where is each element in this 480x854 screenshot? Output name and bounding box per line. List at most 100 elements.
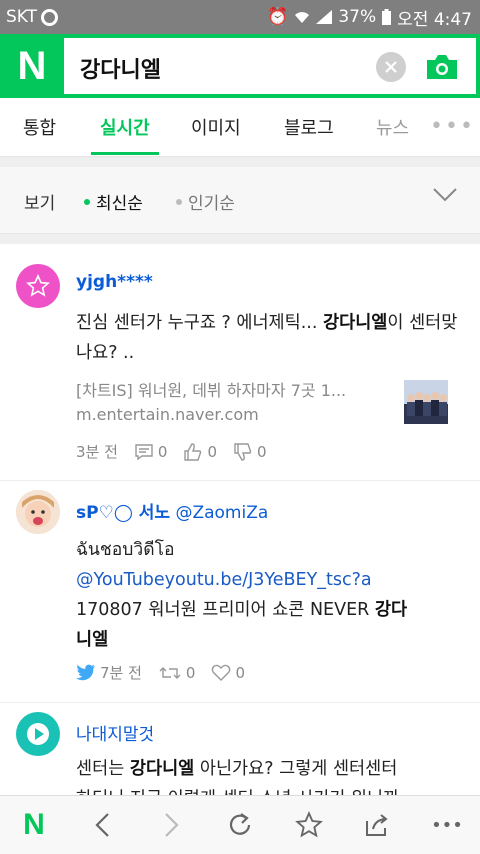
refresh-icon [229,813,251,835]
heart-button[interactable]: 0 [211,664,245,682]
link-title[interactable]: [차트IS] 워너원, 데뷔 하자마자 7곳 1... [76,377,346,401]
tab-realtime[interactable]: 실시간 [100,98,150,156]
sync-icon [41,8,59,26]
more-menu-icon[interactable]: ••• [430,810,464,840]
divider [0,157,480,167]
avatar [16,712,60,756]
active-tab-indicator [91,152,159,155]
selected-dot-icon [84,198,90,205]
play-icon [27,723,49,745]
chevron-right-icon [165,813,179,837]
comment-count: 0 [157,442,168,461]
post-text: ฉันชอบวิดีโอ @YouTubeyoutu.be/J3YeBEY_ts… [76,535,458,655]
carrier-label: SKT [6,7,38,27]
home-button[interactable]: N [19,808,49,841]
search-input[interactable]: 강다니엘 [80,52,161,84]
post-line: ฉันชอบวิดีโอ [76,540,175,560]
heart-icon [212,664,231,681]
sort-latest-label: 최신순 [96,194,143,214]
highlight-keyword: 니엘 [76,630,109,650]
post-time: 3분 전 [76,443,118,461]
like-count: 0 [207,442,218,461]
tab-news[interactable]: 뉴스 [376,98,409,156]
group-photo-image [404,380,448,424]
avatar [16,490,60,534]
retweet-button[interactable]: 0 [158,663,196,682]
retweet-count: 0 [185,663,196,682]
avatar [16,264,60,308]
link-url[interactable]: m.entertain.naver.com [76,405,259,424]
star-outline-icon [295,811,323,838]
status-right: ⏰ 37% 오전 4:47 [267,5,472,30]
divider [0,234,480,244]
post-meta: 7분 전 0 0 [76,662,261,683]
post-line: 170807 워너원 프리미어 쇼콘 NEVER 강다 [76,595,458,625]
search-box[interactable]: 강다니엘 [64,34,480,98]
dislike-count: 0 [257,442,267,461]
search-header: N 강다니엘 [0,34,480,98]
author-name: sP♡◯ 서노 [76,503,171,523]
comment-button[interactable]: 0 [134,442,168,461]
back-button[interactable] [87,810,117,840]
tab-blog[interactable]: 블로그 [284,98,334,156]
post-text-part: 아닌가요? 그렇게 센터센터 [194,759,398,779]
wifi-icon [295,12,310,23]
naver-home-icon: N [23,808,45,841]
divider [0,702,480,703]
post-meta: 3분 전 0 0 0 [76,441,283,462]
link-thumbnail[interactable] [404,380,448,424]
carrier: SKT [6,7,59,27]
alarm-icon: ⏰ [267,7,289,27]
more-tabs-icon[interactable]: ••• [430,114,475,139]
unselected-dot-icon [176,198,182,205]
divider [0,480,480,481]
thumbs-down-icon [234,442,252,461]
post-author[interactable]: yjgh**** [76,272,153,292]
battery-icon [382,9,392,25]
sort-popular-label: 인기순 [188,194,235,214]
refresh-button[interactable] [225,810,255,840]
tab-integrated[interactable]: 통합 [23,98,56,156]
highlight-keyword: 강다니엘 [129,759,195,779]
post-time: 7분 전 [100,664,142,682]
naver-logo-button[interactable]: N [0,34,64,98]
highlight-keyword: 강다 [374,600,408,620]
tab-images[interactable]: 이미지 [191,98,241,156]
sort-popular[interactable]: 인기순 [176,189,235,214]
chevron-left-icon [95,813,109,837]
clock: 오전 4:47 [397,9,472,30]
sort-latest[interactable]: 최신순 [84,189,143,214]
bookmark-button[interactable] [294,810,324,840]
twitter-source: 7분 전 [76,662,142,683]
battery-percent: 37% [338,7,377,27]
post-line: 센터는 강다니엘 아닌가요? 그렇게 센터센터 [76,754,458,784]
like-button[interactable]: 0 [183,443,217,461]
retweet-icon [159,666,181,679]
star-icon [26,274,50,297]
close-icon [385,61,397,73]
sort-label: 보기 [24,194,56,214]
post-line: 니엘 [76,625,458,655]
search-tabs: 통합 실시간 이미지 블로그 뉴스 ••• [0,98,480,157]
status-bar: SKT ⏰ 37% 오전 4:47 [0,0,480,34]
chevron-down-icon[interactable] [432,187,458,203]
forward-button[interactable] [157,810,187,840]
post-text-part: 진심 센터가 누구죠 ? 에너제틱... [76,313,323,333]
share-button[interactable] [362,810,392,840]
author-handle: @ZaomiZa [175,503,269,523]
sort-bar: 보기 최신순 인기순 [0,167,480,234]
post-text-part: 170807 워너원 프리미어 쇼콘 NEVER [76,600,375,620]
signal-icon [316,10,333,24]
browser-toolbar: N ••• [0,795,480,854]
thumbs-up-icon [184,442,202,461]
heart-count: 0 [235,663,246,682]
post-author[interactable]: 나대지말것 [76,720,154,745]
post-text-part: 센터는 [76,759,130,779]
post-author[interactable]: sP♡◯ 서노 @ZaomiZa [76,498,268,523]
youtube-link[interactable]: @YouTubeyoutu.be/J3YeBEY_tsc?a [76,565,458,595]
clear-search-button[interactable] [376,52,406,82]
highlight-keyword: 강다니엘 [323,313,388,333]
dislike-button[interactable]: 0 [233,443,267,461]
share-icon [366,814,388,836]
camera-search-button[interactable] [424,52,460,82]
